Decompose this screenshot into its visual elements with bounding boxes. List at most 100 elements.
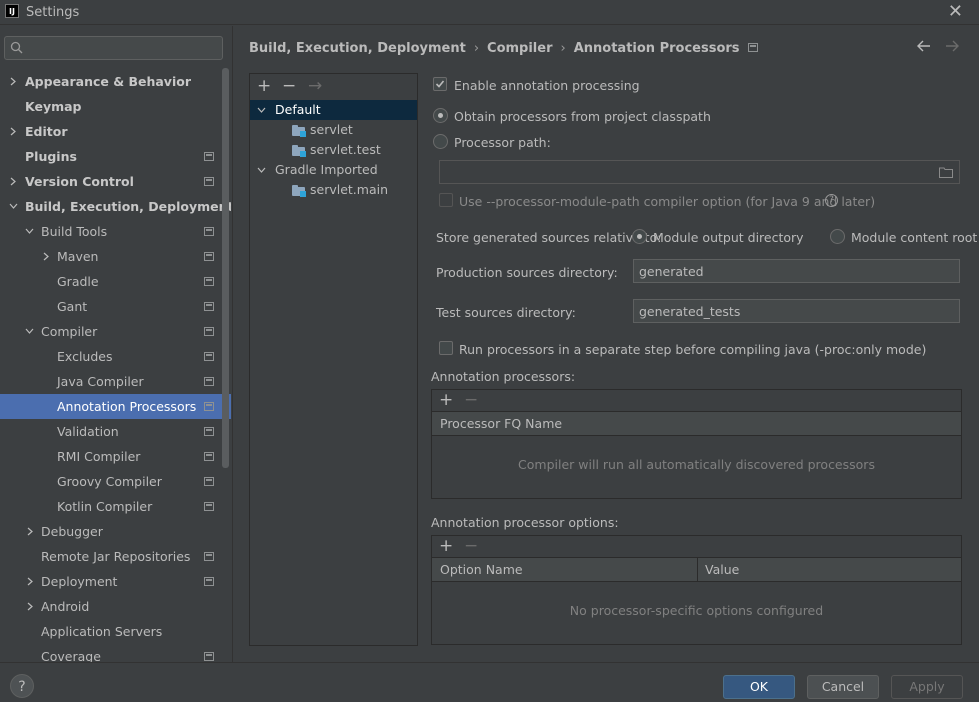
sidebar-item-rmi-compiler[interactable]: RMI Compiler [0, 444, 231, 469]
module-folder-icon [292, 185, 306, 197]
ok-button[interactable]: OK [723, 675, 795, 699]
module-label: servlet [310, 122, 353, 137]
production-dir-input[interactable] [633, 259, 960, 283]
sidebar-item-label: Deployment [41, 574, 118, 589]
sidebar-item-validation[interactable]: Validation [0, 419, 231, 444]
sidebar-item-label: Keymap [25, 99, 82, 114]
sidebar-item-editor[interactable]: Editor [0, 119, 231, 144]
chevron-down-icon[interactable] [25, 319, 37, 344]
module-profile-gradle-imported[interactable]: Gradle Imported [250, 160, 417, 180]
module-profile-default[interactable]: Default [250, 100, 417, 120]
sidebar-item-gant[interactable]: Gant [0, 294, 231, 319]
processor-path-radio[interactable] [433, 134, 448, 149]
chevron-down-icon[interactable] [9, 194, 21, 219]
help-question-icon[interactable]: ? [825, 194, 838, 207]
project-settings-icon [204, 552, 214, 561]
add-icon[interactable]: + [439, 536, 453, 556]
module-content-root-radio[interactable] [830, 229, 845, 244]
column-header[interactable]: Value [705, 558, 739, 582]
column-divider[interactable] [697, 558, 698, 582]
sidebar-item-debugger[interactable]: Debugger [0, 519, 231, 544]
production-dir-label: Production sources directory: [436, 265, 618, 280]
sidebar-item-label: Compiler [41, 324, 98, 339]
sidebar-item-maven[interactable]: Maven [0, 244, 231, 269]
search-input[interactable] [29, 39, 219, 57]
breadcrumb-item[interactable]: Build, Execution, Deployment [249, 41, 466, 56]
breadcrumb: Build, Execution, Deployment › Compiler › An… [249, 41, 758, 56]
folder-browse-icon[interactable] [939, 166, 953, 181]
sidebar-item-kotlin-compiler[interactable]: Kotlin Compiler [0, 494, 231, 519]
sidebar-item-android[interactable]: Android [0, 594, 231, 619]
back-arrow-icon[interactable] [917, 40, 931, 55]
project-settings-icon [204, 152, 214, 161]
module-folder-icon [292, 125, 306, 137]
search-box[interactable] [4, 36, 223, 60]
module-item[interactable]: servlet.test [250, 140, 417, 160]
sidebar-item-remote-jar-repositories[interactable]: Remote Jar Repositories [0, 544, 231, 569]
sidebar-item-keymap[interactable]: Keymap [0, 94, 231, 119]
empty-message: No processor-specific options configured [569, 603, 824, 618]
sidebar-item-plugins[interactable]: Plugins [0, 144, 231, 169]
apply-button[interactable]: Apply [891, 675, 963, 699]
sidebar-item-excludes[interactable]: Excludes [0, 344, 231, 369]
dialog-footer: ? OK Cancel Apply [0, 662, 979, 702]
chevron-right-icon[interactable] [26, 594, 38, 619]
sidebar-item-compiler[interactable]: Compiler [0, 319, 231, 344]
chevron-right-icon[interactable] [42, 244, 54, 269]
sidebar-item-version-control[interactable]: Version Control [0, 169, 231, 194]
module-item[interactable]: servlet.main [250, 180, 417, 200]
column-header[interactable]: Option Name [440, 558, 523, 582]
sidebar-scrollbar[interactable] [222, 68, 229, 468]
processors-toolbar: + − [432, 390, 961, 412]
checkmark-icon [435, 80, 445, 88]
sidebar-item-deployment[interactable]: Deployment [0, 569, 231, 594]
help-button[interactable]: ? [10, 674, 34, 698]
chevron-right-icon[interactable] [9, 69, 21, 94]
sidebar-item-label: Kotlin Compiler [57, 499, 153, 514]
sidebar-item-java-compiler[interactable]: Java Compiler [0, 369, 231, 394]
settings-tree: Appearance & Behavior Keymap Editor Plug… [0, 69, 231, 662]
add-icon[interactable]: + [257, 76, 271, 96]
chevron-right-icon[interactable] [26, 569, 38, 594]
sidebar-item-coverage[interactable]: Coverage [0, 644, 231, 662]
chevron-right-icon[interactable] [9, 119, 21, 144]
sidebar-item-application-servers[interactable]: Application Servers [0, 619, 231, 644]
chevron-right-icon[interactable] [26, 519, 38, 544]
sidebar-item-build-execution-deployment[interactable]: Build, Execution, Deployment [0, 194, 231, 219]
sidebar-item-label: Gant [57, 299, 88, 314]
sidebar-item-label: Excludes [57, 349, 113, 364]
module-item[interactable]: servlet [250, 120, 417, 140]
breadcrumb-item[interactable]: Compiler [487, 41, 552, 56]
column-header[interactable]: Processor FQ Name [440, 412, 562, 436]
chevron-right-icon[interactable] [9, 169, 21, 194]
remove-icon: − [464, 536, 479, 556]
sidebar-item-gradle[interactable]: Gradle [0, 269, 231, 294]
processor-path-label: Processor path: [454, 135, 551, 150]
remove-icon[interactable]: − [282, 76, 296, 96]
project-settings-icon [747, 43, 758, 52]
sidebar-item-annotation-processors[interactable]: Annotation Processors [0, 394, 231, 419]
module-label: servlet.test [310, 142, 381, 157]
separate-step-checkbox[interactable] [439, 341, 453, 355]
main-panel: Build, Execution, Deployment › Compiler › An… [232, 26, 979, 662]
add-icon[interactable]: + [439, 390, 453, 410]
cancel-button[interactable]: Cancel [807, 675, 879, 699]
test-dir-input[interactable] [633, 299, 960, 323]
module-path-option-checkbox[interactable] [439, 193, 453, 207]
processor-path-input[interactable] [439, 160, 960, 184]
store-relative-label: Store generated sources relative to: [436, 230, 662, 245]
sidebar-item-label: Java Compiler [57, 374, 144, 389]
obtain-from-classpath-radio[interactable] [433, 108, 448, 123]
close-icon[interactable]: ✕ [948, 1, 963, 22]
module-label: Gradle Imported [275, 162, 378, 177]
breadcrumb-separator: › [473, 41, 480, 56]
sidebar-item-label: Validation [57, 424, 119, 439]
sidebar-item-appearance[interactable]: Appearance & Behavior [0, 69, 231, 94]
enable-processing-checkbox[interactable] [433, 77, 447, 91]
annotation-processors-table: + − Processor FQ Name Compiler will run … [431, 389, 962, 499]
chevron-down-icon[interactable] [25, 219, 37, 244]
sidebar-item-build-tools[interactable]: Build Tools [0, 219, 231, 244]
breadcrumb-item: Annotation Processors [573, 41, 740, 56]
sidebar-item-groovy-compiler[interactable]: Groovy Compiler [0, 469, 231, 494]
module-output-directory-radio[interactable] [632, 229, 647, 244]
